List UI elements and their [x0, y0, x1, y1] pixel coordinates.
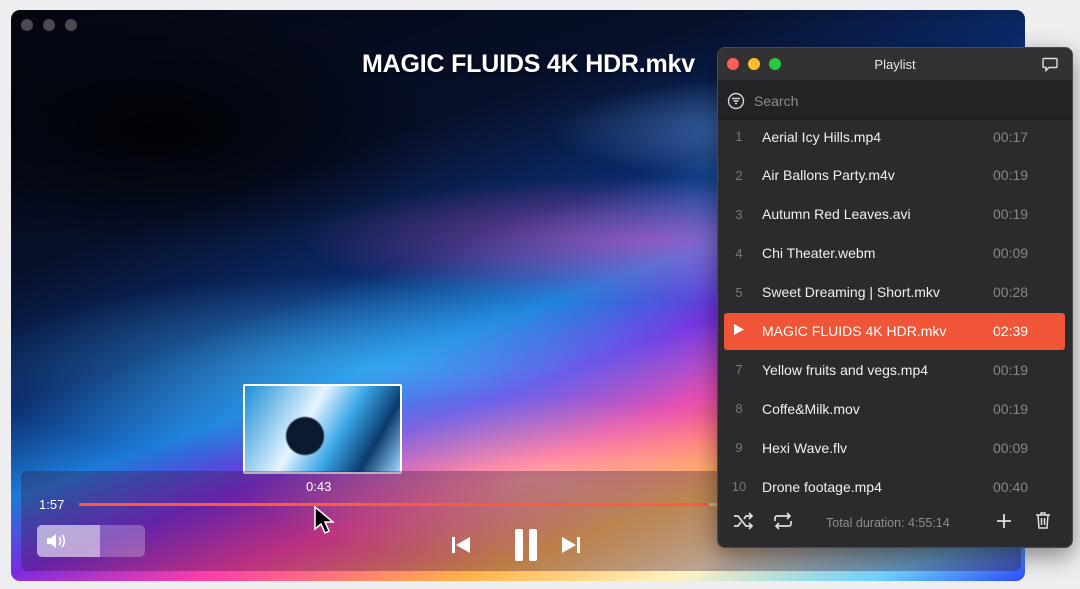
shuffle-button[interactable] [732, 511, 754, 535]
item-name: Hexi Wave.flv [762, 439, 848, 456]
playlist-footer: Total duration: 4:55:14 [718, 499, 1072, 547]
playlist-item[interactable]: 5 Sweet Dreaming | Short.mkv 00:28 [724, 274, 1065, 311]
item-number: 2 [735, 167, 743, 183]
next-button[interactable] [559, 535, 583, 559]
item-name: Aerial Icy Hills.mp4 [762, 128, 882, 145]
item-duration: 00:19 [993, 206, 1029, 223]
next-icon [560, 535, 582, 560]
item-number: 9 [735, 440, 743, 456]
previous-button[interactable] [449, 535, 473, 559]
item-name: Yellow fruits and vegs.mp4 [762, 361, 929, 378]
item-name: Drone footage.mp4 [762, 478, 882, 495]
shuffle-icon [732, 511, 754, 535]
player-close-button[interactable] [21, 19, 33, 31]
play-indicator-icon [724, 323, 754, 339]
preview-thumbnail [243, 384, 402, 474]
total-duration: Total duration: 4:55:14 [826, 516, 950, 530]
volume-slider[interactable] [37, 525, 145, 557]
item-number: 3 [735, 206, 743, 222]
playlist-item[interactable]: 8 Coffe&Milk.mov 00:19 [724, 390, 1065, 427]
playlist-item[interactable]: 4 Chi Theater.webm 00:09 [724, 235, 1065, 272]
item-duration: 02:39 [993, 323, 1029, 339]
item-number: 8 [735, 401, 743, 417]
current-time-label: 1:57 [39, 497, 65, 512]
chat-icon[interactable] [1042, 57, 1058, 77]
mouse-cursor [313, 505, 336, 540]
pause-button[interactable] [511, 528, 541, 566]
playlist-item[interactable]: 1 Aerial Icy Hills.mp4 00:17 [724, 118, 1065, 155]
item-duration: 00:09 [993, 439, 1029, 456]
item-name: Air Ballons Party.m4v [762, 167, 895, 184]
item-name: Chi Theater.webm [762, 245, 876, 262]
item-duration: 00:19 [993, 400, 1029, 417]
add-button[interactable] [994, 513, 1014, 533]
seek-bar-fill [79, 503, 709, 506]
volume-icon [45, 532, 67, 555]
item-duration: 00:19 [993, 361, 1029, 378]
repeat-button[interactable] [772, 511, 794, 535]
playlist-window: Playlist 1 Aerial Icy Hills.mp4 00:17 2 Air … [717, 47, 1073, 548]
search-input[interactable] [752, 89, 1056, 113]
playlist-title: Playlist [874, 57, 916, 72]
item-number: 10 [731, 479, 747, 495]
item-duration: 00:40 [993, 478, 1029, 495]
delete-button[interactable] [1033, 512, 1053, 534]
item-name: Autumn Red Leaves.avi [762, 206, 911, 223]
playlist-item[interactable]: 3 Autumn Red Leaves.avi 00:19 [724, 196, 1065, 233]
item-duration: 00:28 [993, 284, 1029, 301]
item-number: 5 [735, 284, 743, 300]
playlist-item[interactable]: 2 Air Ballons Party.m4v 00:19 [724, 157, 1065, 194]
item-number: 4 [735, 245, 743, 261]
pause-icon [513, 527, 539, 568]
player-zoom-button[interactable] [65, 19, 77, 31]
repeat-icon [772, 511, 794, 535]
playlist-titlebar: Playlist [718, 48, 1072, 81]
previous-icon [450, 535, 472, 560]
item-name: Sweet Dreaming | Short.mkv [762, 284, 940, 301]
add-icon [995, 512, 1013, 535]
search-filter-icon[interactable] [727, 92, 745, 115]
playlist-item[interactable]: 9 Hexi Wave.flv 00:09 [724, 429, 1065, 466]
trash-icon [1035, 511, 1051, 535]
item-number: 1 [735, 129, 743, 144]
hover-time-label: 0:43 [306, 479, 332, 494]
playlist-item[interactable]: MAGIC FLUIDS 4K HDR.mkv 02:39 [724, 312, 1065, 350]
playlist-item[interactable]: 7 Yellow fruits and vegs.mp4 00:19 [724, 351, 1065, 388]
player-window-controls [21, 19, 77, 31]
item-name: MAGIC FLUIDS 4K HDR.mkv [762, 323, 947, 339]
item-name: Coffe&Milk.mov [762, 400, 860, 417]
item-duration: 00:17 [993, 128, 1029, 145]
item-duration: 00:19 [993, 167, 1029, 184]
player-minimize-button[interactable] [43, 19, 55, 31]
item-duration: 00:09 [993, 245, 1029, 262]
playlist-search-bar [718, 81, 1072, 120]
item-number: 7 [735, 362, 743, 378]
